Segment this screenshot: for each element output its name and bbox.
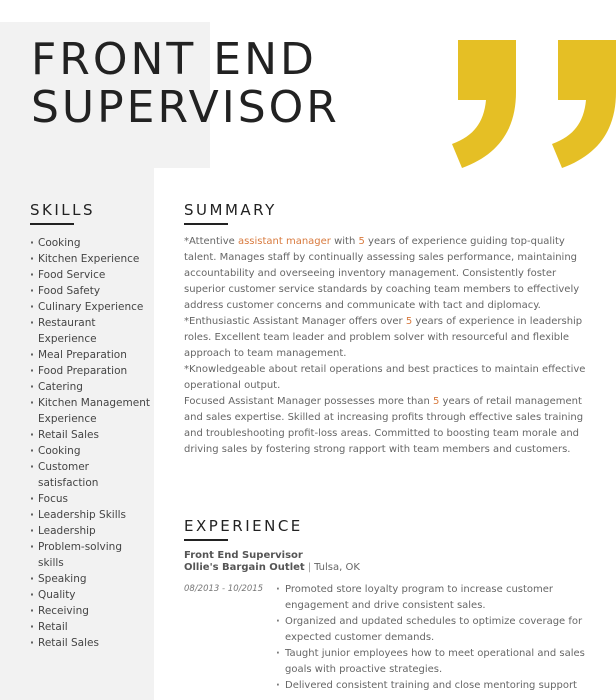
summary-text: Focused Assistant Manager possesses more… — [184, 396, 433, 407]
experience-heading-rule — [184, 539, 228, 541]
job-company: Ollie's Bargain Outlet — [184, 562, 305, 573]
summary-text: *Attentive — [184, 236, 238, 247]
skill-item: Cooking — [30, 235, 150, 251]
skill-item: Food Service — [30, 267, 150, 283]
job-location: Tulsa, OK — [314, 562, 360, 573]
skill-item: Receiving — [30, 603, 150, 619]
skill-item: Quality — [30, 587, 150, 603]
job-bullet: Delivered consistent training and close … — [276, 678, 596, 694]
resume-page: FRONT END SUPERVISOR SKILLS Cooking Kitc… — [0, 0, 616, 700]
summary-text: with — [330, 236, 359, 247]
skills-heading-rule — [30, 223, 74, 225]
skill-item: Meal Preparation — [30, 347, 150, 363]
skill-item: Kitchen Experience — [30, 251, 150, 267]
skill-item: Leadership — [30, 523, 150, 539]
summary-body: *Attentive assistant manager with 5 year… — [184, 234, 594, 458]
job-bullet: Promoted store loyalty program to increa… — [276, 582, 596, 614]
closing-quote-icon — [452, 40, 616, 168]
job-separator: | — [307, 562, 312, 573]
summary-heading: SUMMARY — [184, 201, 277, 219]
quote-mark-right — [552, 40, 616, 168]
title-line-2: SUPERVISOR — [31, 82, 340, 133]
title-line-1: FRONT END — [31, 34, 317, 85]
experience-heading: EXPERIENCE — [184, 517, 303, 535]
skill-item: Leadership Skills — [30, 507, 150, 523]
quote-mark-left — [452, 40, 516, 168]
summary-text: *Enthusiastic Assistant Manager offers o… — [184, 316, 406, 327]
resume-title: FRONT END SUPERVISOR — [31, 36, 340, 132]
highlighted-keyword: assistant manager — [237, 236, 331, 247]
job-bullets: Promoted store loyalty program to increa… — [276, 582, 596, 694]
summary-paragraph-3: *Knowledgeable about retail operations a… — [184, 364, 586, 391]
job-dates: 08/2013 - 10/2015 — [184, 584, 264, 594]
skills-heading: SKILLS — [30, 201, 96, 219]
skill-item: Customer satisfaction — [30, 459, 150, 491]
job-title: Front End Supervisor — [184, 550, 303, 561]
skills-list: Cooking Kitchen Experience Food Service … — [30, 235, 150, 651]
skill-item: Food Preparation — [30, 363, 150, 379]
skill-item: Retail Sales — [30, 635, 150, 651]
job-bullet: Organized and updated schedules to optim… — [276, 614, 596, 646]
job-bullet: Taught junior employees how to meet oper… — [276, 646, 596, 678]
summary-paragraph-2: *Enthusiastic Assistant Manager offers o… — [184, 314, 594, 362]
skill-item: Speaking — [30, 571, 150, 587]
job-company-line: Ollie's Bargain Outlet | Tulsa, OK — [184, 562, 360, 574]
summary-heading-rule — [184, 223, 228, 225]
summary-text: years of experience guiding top-quality … — [184, 236, 580, 311]
skill-item: Restaurant Experience — [30, 315, 150, 347]
skill-item: Catering — [30, 379, 150, 395]
skill-item: Problem-solving skills — [30, 539, 150, 571]
skill-item: Cooking — [30, 443, 150, 459]
skill-item: Culinary Experience — [30, 299, 150, 315]
skill-item: Food Safety — [30, 283, 150, 299]
skill-item: Retail — [30, 619, 150, 635]
summary-paragraph-4: Focused Assistant Manager possesses more… — [184, 394, 594, 458]
summary-paragraph-1: *Attentive assistant manager with 5 year… — [184, 234, 594, 314]
skill-item: Kitchen Management Experience — [30, 395, 150, 427]
skill-item: Focus — [30, 491, 150, 507]
skill-item: Retail Sales — [30, 427, 150, 443]
